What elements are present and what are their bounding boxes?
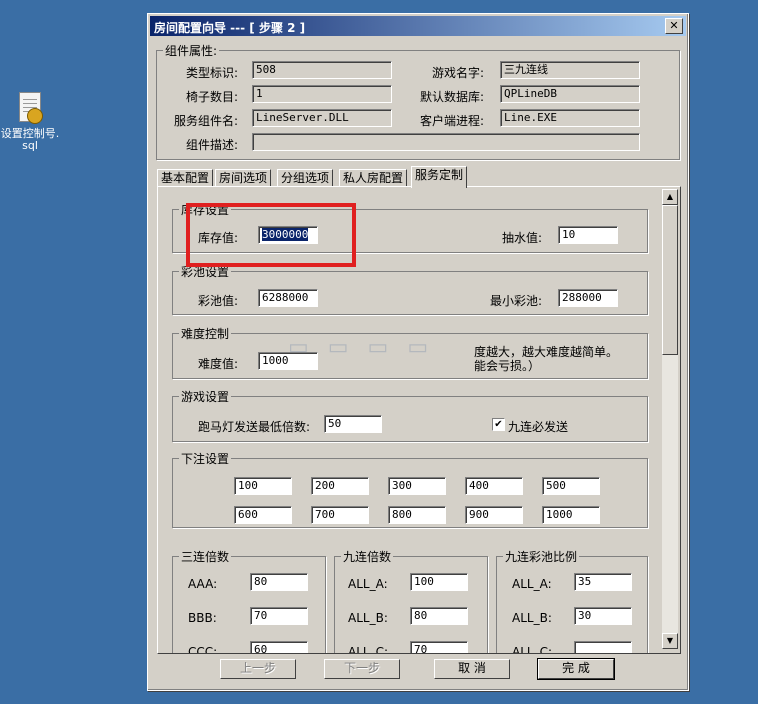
scroll-up-icon[interactable]: ▲ xyxy=(662,189,678,205)
difficulty-group-title: 难度控制 xyxy=(181,327,230,341)
marquee-input[interactable]: 50 xyxy=(324,415,382,433)
nine-pool-label: ALL_B: xyxy=(512,611,552,625)
vertical-scrollbar[interactable]: ▲ ▼ xyxy=(662,189,678,649)
nine-input[interactable]: 80 xyxy=(410,607,468,625)
desc-label: 组件描述: xyxy=(186,138,239,152)
stock-value: 3000000 xyxy=(262,228,309,241)
bet-input[interactable]: 1000 xyxy=(542,506,600,524)
tab-room-options[interactable]: 房间选项 xyxy=(215,169,272,187)
bet-input[interactable]: 300 xyxy=(388,477,446,495)
triple-label: CCC: xyxy=(188,645,218,654)
pump-input[interactable]: 10 xyxy=(558,226,618,244)
difficulty-label: 难度值: xyxy=(198,357,239,371)
chairs-field[interactable]: 1 xyxy=(252,85,392,103)
bet-input[interactable]: 500 xyxy=(542,477,600,495)
stock-input[interactable]: 3000000 xyxy=(258,226,318,244)
scroll-thumb[interactable] xyxy=(662,205,678,355)
nine-pool-input[interactable]: 30 xyxy=(574,607,632,625)
tab-private-room[interactable]: 私人房配置 xyxy=(339,169,408,187)
triple-input[interactable]: 80 xyxy=(250,573,308,591)
min-pool-input[interactable]: 288000 xyxy=(558,289,618,307)
nine-label: ALL_C: xyxy=(348,645,389,654)
jackpot-group-title: 彩池设置 xyxy=(181,265,230,279)
min-pool-label: 最小彩池: xyxy=(490,294,543,308)
title-bar[interactable]: 房间配置向导 --- [ 步骤 2 ] ✕ xyxy=(150,16,686,36)
nine-pool-ratio-group: 九连彩池比例 xyxy=(496,548,648,653)
nine-multiplier-group: 九连倍数 xyxy=(334,548,488,653)
stock-group-title: 库存设置 xyxy=(181,203,230,217)
tab-group-options[interactable]: 分组选项 xyxy=(277,169,334,187)
nine-pool-input[interactable]: 35 xyxy=(574,573,632,591)
service-field[interactable]: LineServer.DLL xyxy=(252,109,392,127)
bet-input[interactable]: 900 xyxy=(465,506,523,524)
chairs-label: 椅子数目: xyxy=(186,90,239,104)
group-title: 组件属性: xyxy=(165,44,218,58)
scroll-down-icon[interactable]: ▼ xyxy=(662,633,678,649)
type-id-label: 类型标识: xyxy=(186,66,239,80)
game-name-field[interactable]: 三九连线 xyxy=(500,61,640,79)
finish-button[interactable]: 完 成 xyxy=(537,658,615,680)
nine-input[interactable]: 100 xyxy=(410,573,468,591)
client-field[interactable]: Line.EXE xyxy=(500,109,640,127)
bet-input[interactable]: 100 xyxy=(234,477,292,495)
nine-label: ALL_A: xyxy=(348,577,388,591)
cancel-button[interactable]: 取 消 xyxy=(434,659,510,679)
bet-input[interactable]: 700 xyxy=(311,506,369,524)
bet-input[interactable]: 800 xyxy=(388,506,446,524)
difficulty-hint-2: 能会亏损。） xyxy=(474,359,541,373)
desktop-icon-label: 设置控制号. sql xyxy=(0,127,60,152)
triple-multiplier-group: 三连倍数 xyxy=(172,548,326,653)
db-field[interactable]: QPLineDB xyxy=(500,85,640,103)
bet-input[interactable]: 200 xyxy=(311,477,369,495)
nine-title: 九连倍数 xyxy=(343,550,392,564)
window-title: 房间配置向导 --- [ 步骤 2 ] xyxy=(154,21,306,35)
game-settings-title: 游戏设置 xyxy=(181,390,230,404)
pool-input[interactable]: 6288000 xyxy=(258,289,318,307)
nine-pool-label: ALL_C: xyxy=(512,645,553,654)
bet-input[interactable]: 400 xyxy=(465,477,523,495)
service-label: 服务组件名: xyxy=(174,114,239,128)
service-custom-page: ▲ ▼ 库存设置 库存值: 3000000 抽水值: 10 彩池设置 彩池值: … xyxy=(157,186,681,654)
type-id-field[interactable]: 508 xyxy=(252,61,392,79)
nine-pool-input[interactable] xyxy=(574,641,632,653)
triple-label: AAA: xyxy=(188,577,218,591)
close-button[interactable]: ✕ xyxy=(665,18,683,34)
watermark-logo: ▭ ▭ ▭ ▭ xyxy=(288,335,435,360)
nine-input[interactable]: 70 xyxy=(410,641,468,653)
desktop-sql-file[interactable]: 设置控制号. sql xyxy=(0,92,60,152)
nine-pool-label: ALL_A: xyxy=(512,577,552,591)
stock-label: 库存值: xyxy=(198,231,239,245)
nine-pool-title: 九连彩池比例 xyxy=(505,550,578,564)
nine-send-checkbox[interactable]: ✔ xyxy=(492,418,505,431)
db-label: 默认数据库: xyxy=(420,90,485,104)
triple-input[interactable]: 70 xyxy=(250,607,308,625)
bet-settings-title: 下注设置 xyxy=(181,452,230,466)
nine-label: ALL_B: xyxy=(348,611,388,625)
triple-input[interactable]: 60 xyxy=(250,641,308,653)
triple-label: BBB: xyxy=(188,611,217,625)
desc-field[interactable] xyxy=(252,133,640,151)
nine-send-label: 九连必发送 xyxy=(508,420,569,434)
bet-input[interactable]: 600 xyxy=(234,506,292,524)
prev-button[interactable]: 上一步 xyxy=(220,659,296,679)
pump-label: 抽水值: xyxy=(502,231,543,245)
tab-basic[interactable]: 基本配置 xyxy=(157,169,214,187)
pool-label: 彩池值: xyxy=(198,294,239,308)
room-config-wizard: 房间配置向导 --- [ 步骤 2 ] ✕ 组件属性: 类型标识: 508 椅子… xyxy=(147,13,689,691)
next-button[interactable]: 下一步 xyxy=(324,659,400,679)
sql-file-icon xyxy=(17,92,43,124)
client-label: 客户端进程: xyxy=(420,114,485,128)
marquee-label: 跑马灯发送最低倍数: xyxy=(198,420,311,434)
tab-service-custom[interactable]: 服务定制 xyxy=(411,166,468,188)
game-name-label: 游戏名字: xyxy=(432,66,485,80)
triple-title: 三连倍数 xyxy=(181,550,230,564)
